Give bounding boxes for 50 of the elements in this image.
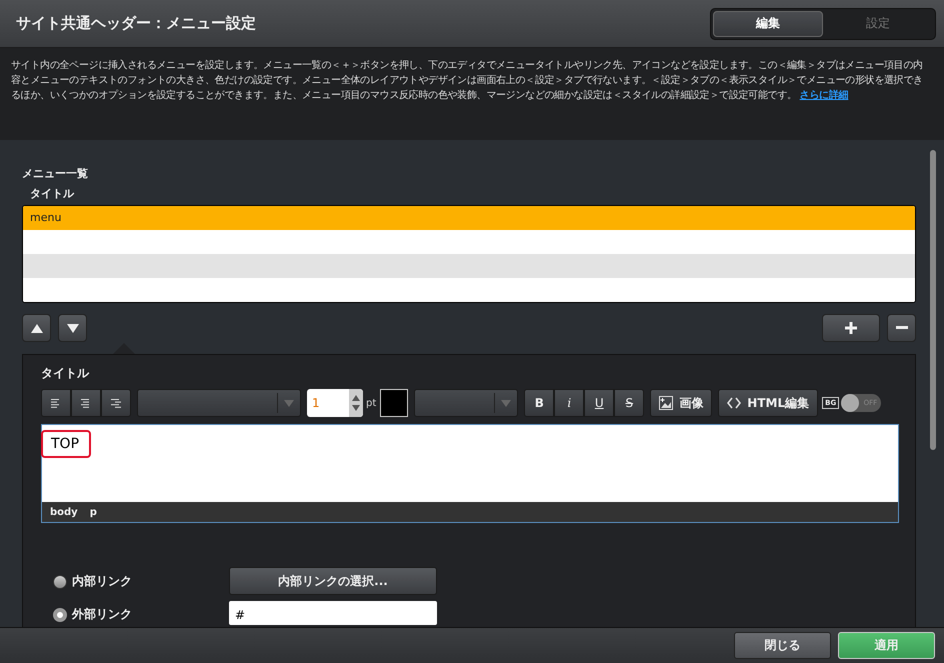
radio-label: 内部リンク xyxy=(72,573,132,590)
image-button[interactable]: 画像 xyxy=(650,389,712,417)
image-icon xyxy=(659,396,674,410)
align-left-button[interactable] xyxy=(41,389,71,417)
menu-list-row[interactable]: menu xyxy=(23,206,915,230)
stepper-icon[interactable] xyxy=(349,389,363,417)
up-triangle-icon xyxy=(30,324,42,332)
html-edit-button[interactable]: HTML編集 xyxy=(718,389,818,417)
element-path-item[interactable]: body xyxy=(50,506,78,518)
radio-icon[interactable] xyxy=(53,608,67,622)
move-down-button[interactable] xyxy=(58,314,87,342)
format-button[interactable]: i xyxy=(554,389,584,417)
code-brackets-icon xyxy=(727,397,742,409)
close-button[interactable]: 閉じる xyxy=(734,632,831,659)
column-header: タイトル xyxy=(30,186,75,201)
unit-label: pt xyxy=(366,398,376,408)
dropdown-caret-icon xyxy=(284,400,294,406)
radio-label: 外部リンク xyxy=(72,606,132,623)
link-type-radio[interactable]: 内部リンク xyxy=(53,573,229,590)
element-path-item[interactable]: p xyxy=(90,506,97,518)
align-icon xyxy=(111,398,121,408)
tab[interactable]: 設定 xyxy=(823,10,933,36)
minus-icon xyxy=(896,326,908,330)
plus-icon xyxy=(845,322,857,334)
add-button[interactable] xyxy=(822,314,880,342)
format-button[interactable]: U xyxy=(584,389,614,417)
more-details-link[interactable]: さらに詳細 xyxy=(800,90,848,101)
format-button[interactable]: S xyxy=(614,389,644,417)
dialog-title: サイト共通ヘッダー：メニュー設定 xyxy=(16,14,256,33)
tab[interactable]: 編集 xyxy=(713,10,823,36)
down-triangle-icon xyxy=(66,324,78,332)
menu-list-heading: メニュー一覧 xyxy=(22,166,89,181)
dropdown-caret-icon xyxy=(501,400,512,406)
format-button[interactable]: B xyxy=(524,389,554,417)
link-type-radio[interactable]: 外部リンク xyxy=(53,606,229,623)
align-center-button[interactable] xyxy=(71,389,101,417)
radio-icon[interactable] xyxy=(53,574,67,588)
editor-text[interactable]: TOP xyxy=(41,430,92,458)
url-field[interactable]: # xyxy=(229,601,437,625)
scrollbar[interactable] xyxy=(930,150,936,450)
text-editor[interactable]: TOP body p xyxy=(41,424,899,523)
remove-button[interactable] xyxy=(887,314,916,342)
internal-link-button[interactable]: 内部リンクの選択... xyxy=(229,567,437,595)
move-up-button[interactable] xyxy=(22,314,51,342)
align-icon xyxy=(81,398,91,408)
description-text: サイト内の全ページに挿入されるメニューを設定します。メニュー一覧の＜＋＞ボタンを押し、下のエディタでメニュータイトルやリンク先、アイコンなどを設定します。この＜編集＞タブはメニュー項目の内容とメニューのテキストのフォントの大きさ、色だけの設定です。メニュー全体のレイアウトやデザインは画面右上の＜設定＞タブで行ないます。＜設定＞タブの＜表示スタイル＞でメニューの形状を選択できるほか、いくつかのオプションを設定することができます。また、メニュー項目のマウス反応時の色や装飾、マージンなどの細かな設定は＜スタイルの詳細設定＞で設定可能です。 さらに詳細 xyxy=(11,58,924,103)
color-swatch[interactable] xyxy=(380,389,408,417)
align-right-button[interactable] xyxy=(101,389,131,417)
editor-label: タイトル xyxy=(41,365,90,382)
align-icon xyxy=(51,398,61,408)
